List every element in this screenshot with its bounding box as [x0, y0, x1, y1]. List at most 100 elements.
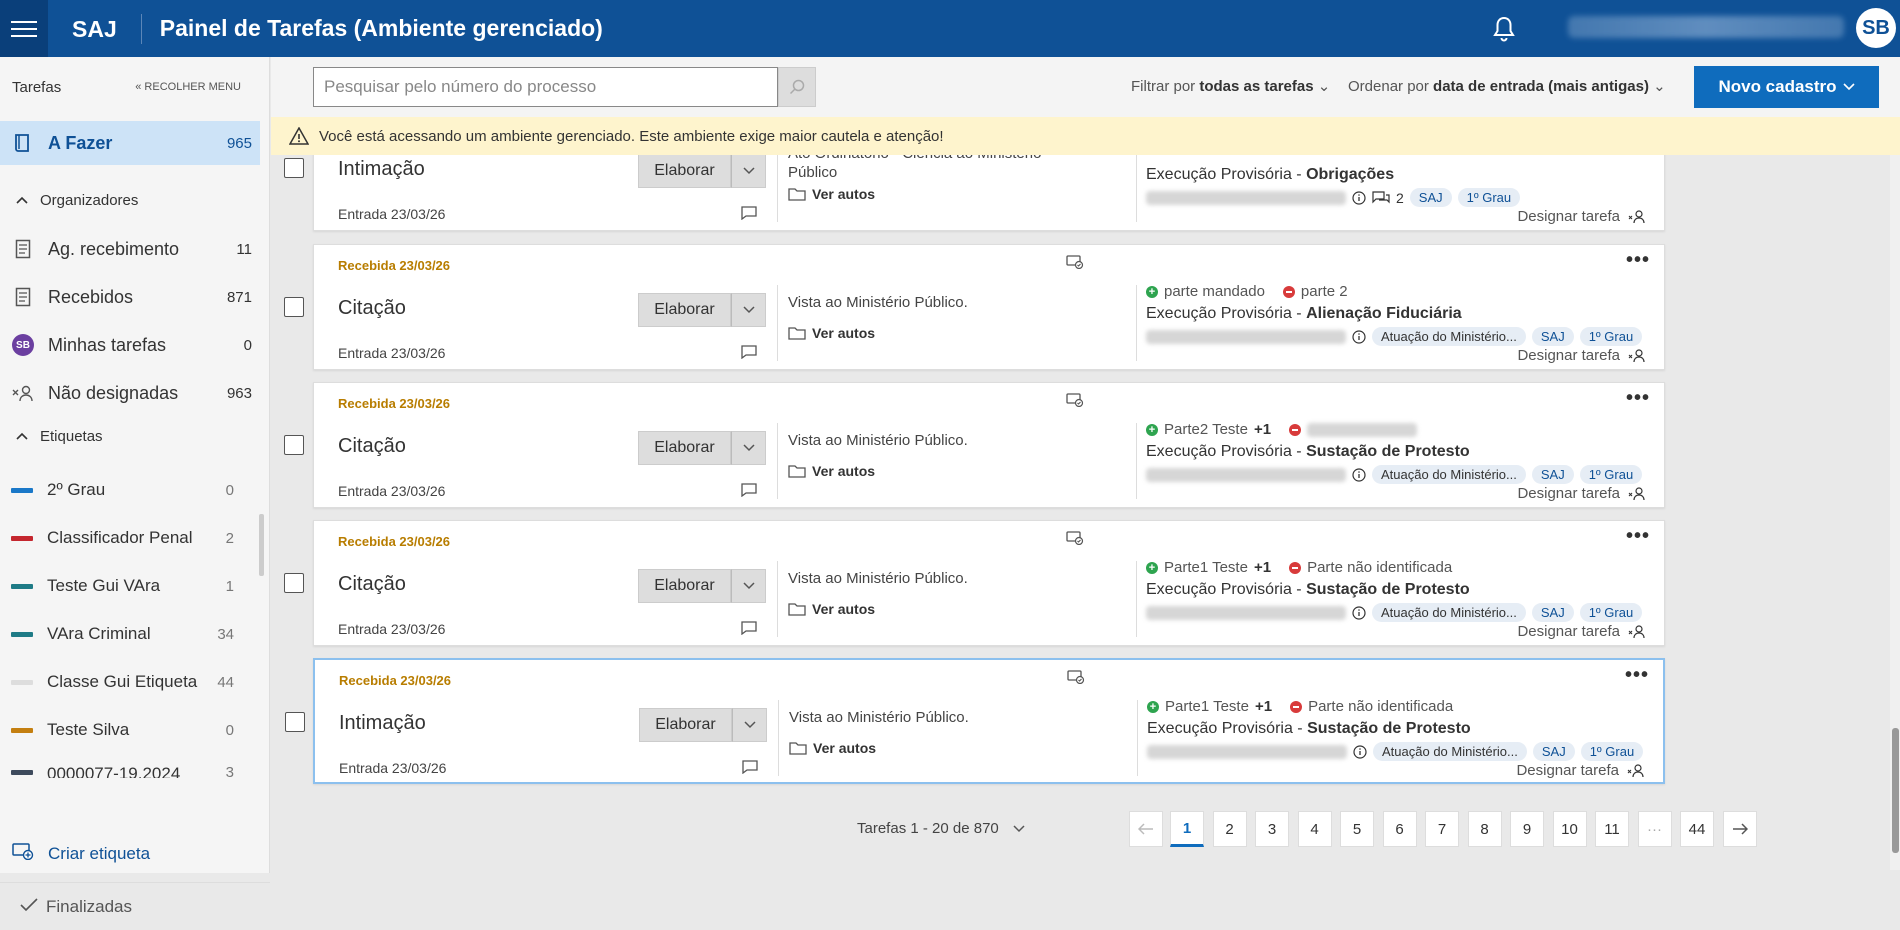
section-organizers[interactable]: Organizadores	[0, 185, 260, 215]
sidebar-scrollbar[interactable]	[259, 514, 264, 576]
order-dropdown[interactable]: Ordenar por data de entrada (mais antiga…	[1348, 77, 1666, 95]
search-button[interactable]	[778, 67, 816, 107]
assign-task-button[interactable]: Designar tarefa	[1516, 762, 1645, 779]
more-options-icon[interactable]: •••	[1626, 387, 1650, 410]
tag-item[interactable]: 2º Grau 0	[0, 468, 240, 512]
tag-pill[interactable]: Atuação do Ministério...	[1372, 327, 1526, 346]
tag-item[interactable]: Teste Silva 0	[0, 708, 240, 752]
tag-item[interactable]: Classe Gui Etiqueta 44	[0, 660, 240, 704]
view-records-link[interactable]: Ver autos	[788, 601, 875, 617]
task-checkbox[interactable]	[284, 297, 304, 317]
page-button[interactable]: 4	[1297, 811, 1332, 847]
more-options-icon[interactable]: •••	[1626, 249, 1650, 272]
elaborate-button[interactable]: Elaborar	[639, 708, 732, 742]
elaborate-button[interactable]: Elaborar	[638, 569, 731, 603]
comment-icon[interactable]	[742, 760, 758, 774]
search-input[interactable]	[313, 67, 778, 107]
assign-task-button[interactable]: Designar tarefa	[1517, 485, 1646, 502]
sidebar-item-a-fazer[interactable]: A Fazer 965	[0, 121, 260, 165]
degree-pill[interactable]: 1º Grau	[1580, 742, 1644, 761]
page-button[interactable]: ···	[1637, 811, 1672, 847]
assign-task-button[interactable]: Designar tarefa	[1517, 623, 1646, 640]
degree-pill[interactable]: 1º Grau	[1579, 603, 1643, 622]
page-button[interactable]: 3	[1255, 811, 1289, 847]
tag-pill[interactable]: Atuação do Ministério...	[1372, 603, 1526, 622]
info-icon[interactable]	[1352, 467, 1366, 482]
messages-icon[interactable]	[1372, 190, 1390, 205]
page-button[interactable]: 1	[1170, 811, 1204, 847]
avatar[interactable]: SB	[1856, 8, 1896, 48]
degree-pill[interactable]: 1º Grau	[1579, 465, 1643, 484]
elaborate-dropdown-button[interactable]	[731, 569, 766, 603]
pagination-info[interactable]: Tarefas 1 - 20 de 870	[857, 820, 1025, 837]
info-icon[interactable]	[1352, 605, 1366, 620]
comment-icon[interactable]	[741, 621, 757, 635]
tag-item[interactable]: Classificador Penal 2	[0, 516, 240, 560]
view-records-link[interactable]: Ver autos	[788, 325, 875, 341]
view-records-link[interactable]: Ver autos	[789, 740, 876, 756]
task-checkbox[interactable]	[284, 435, 304, 455]
elaborate-button[interactable]: Elaborar	[638, 431, 731, 465]
filter-dropdown[interactable]: Filtrar por todas as tarefas ⌄	[1131, 77, 1330, 95]
view-records-link[interactable]: Ver autos	[788, 186, 875, 202]
sidebar-item-ag-recebimento[interactable]: Ag. recebimento 11	[0, 227, 260, 271]
sidebar-item-nao-designadas[interactable]: Não designadas 963	[0, 371, 260, 415]
task-card[interactable]: Recebida 23/03/26 ••• Citação Elaborar Entra…	[284, 382, 1665, 508]
bell-icon[interactable]	[1492, 16, 1516, 42]
finalized-button[interactable]: Finalizadas	[0, 882, 270, 930]
comment-icon[interactable]	[741, 206, 757, 220]
assign-task-button[interactable]: Designar tarefa	[1517, 347, 1646, 364]
comment-icon[interactable]	[741, 345, 757, 359]
task-checkbox[interactable]	[285, 712, 305, 732]
task-checkbox[interactable]	[284, 573, 304, 593]
new-register-button[interactable]: Novo cadastro	[1694, 66, 1879, 108]
sidebar-item-recebidos[interactable]: Recebidos 871	[0, 275, 260, 319]
elaborate-dropdown-button[interactable]	[731, 155, 766, 188]
page-button[interactable]: 10	[1552, 811, 1587, 847]
info-icon[interactable]	[1353, 744, 1367, 759]
brand-logo[interactable]: SAJ	[72, 13, 142, 44]
tag-item[interactable]: Teste Gui VAra 1	[0, 564, 240, 608]
info-icon[interactable]	[1352, 329, 1366, 344]
system-pill[interactable]: SAJ	[1531, 465, 1574, 484]
tag-item[interactable]: VAra Criminal 34	[0, 612, 240, 656]
system-pill[interactable]: SAJ	[1531, 603, 1574, 622]
elaborate-dropdown-button[interactable]	[731, 293, 766, 327]
tag-pill[interactable]: Atuação do Ministério...	[1373, 742, 1527, 761]
system-pill[interactable]: SAJ	[1409, 188, 1452, 207]
view-records-link[interactable]: Ver autos	[788, 463, 875, 479]
task-card[interactable]: Recebida 23/03/26 ••• Citação Elaborar Entra…	[284, 244, 1665, 370]
elaborate-dropdown-button[interactable]	[731, 431, 766, 465]
more-options-icon[interactable]: •••	[1626, 525, 1650, 548]
task-card[interactable]: Recebida 23/03/26 ••• Intimação Elaborar Ent…	[285, 658, 1665, 784]
elaborate-dropdown-button[interactable]	[732, 708, 767, 742]
collapse-menu-button[interactable]: « RECOLHER MENU	[135, 81, 241, 93]
sidebar-item-minhas-tarefas[interactable]: SB Minhas tarefas 0	[0, 323, 260, 367]
page-button[interactable]: 7	[1425, 811, 1459, 847]
system-pill[interactable]: SAJ	[1531, 327, 1574, 346]
page-button[interactable]: 11	[1595, 811, 1629, 847]
tag-item[interactable]: 0000077-19.2024 3	[0, 756, 240, 778]
elaborate-button[interactable]: Elaborar	[638, 155, 731, 188]
info-icon[interactable]	[1352, 190, 1366, 205]
user-name-blurred[interactable]	[1568, 16, 1844, 38]
degree-pill[interactable]: 1º Grau	[1457, 188, 1521, 207]
page-button[interactable]: 8	[1467, 811, 1502, 847]
create-tag-button[interactable]: Criar etiqueta	[0, 842, 260, 865]
assign-task-button[interactable]: Designar tarefa	[1517, 208, 1646, 225]
task-card[interactable]: Recebida 23/03/26 ••• Citação Elaborar Entra…	[284, 520, 1665, 646]
page-button[interactable]: 2	[1212, 811, 1247, 847]
content-scrollbar[interactable]	[1890, 155, 1900, 870]
degree-pill[interactable]: 1º Grau	[1579, 327, 1643, 346]
prev-page-button[interactable]	[1129, 811, 1163, 847]
more-options-icon[interactable]: •••	[1625, 664, 1649, 687]
task-checkbox[interactable]	[284, 158, 304, 178]
page-button[interactable]: 9	[1510, 811, 1544, 847]
scrollbar-thumb[interactable]	[1892, 728, 1899, 853]
comment-icon[interactable]	[741, 483, 757, 497]
system-pill[interactable]: SAJ	[1532, 742, 1575, 761]
hamburger-menu-icon[interactable]	[0, 0, 48, 57]
page-button[interactable]: 5	[1340, 811, 1374, 847]
page-button[interactable]: 6	[1382, 811, 1417, 847]
page-button[interactable]: 44	[1680, 811, 1714, 847]
